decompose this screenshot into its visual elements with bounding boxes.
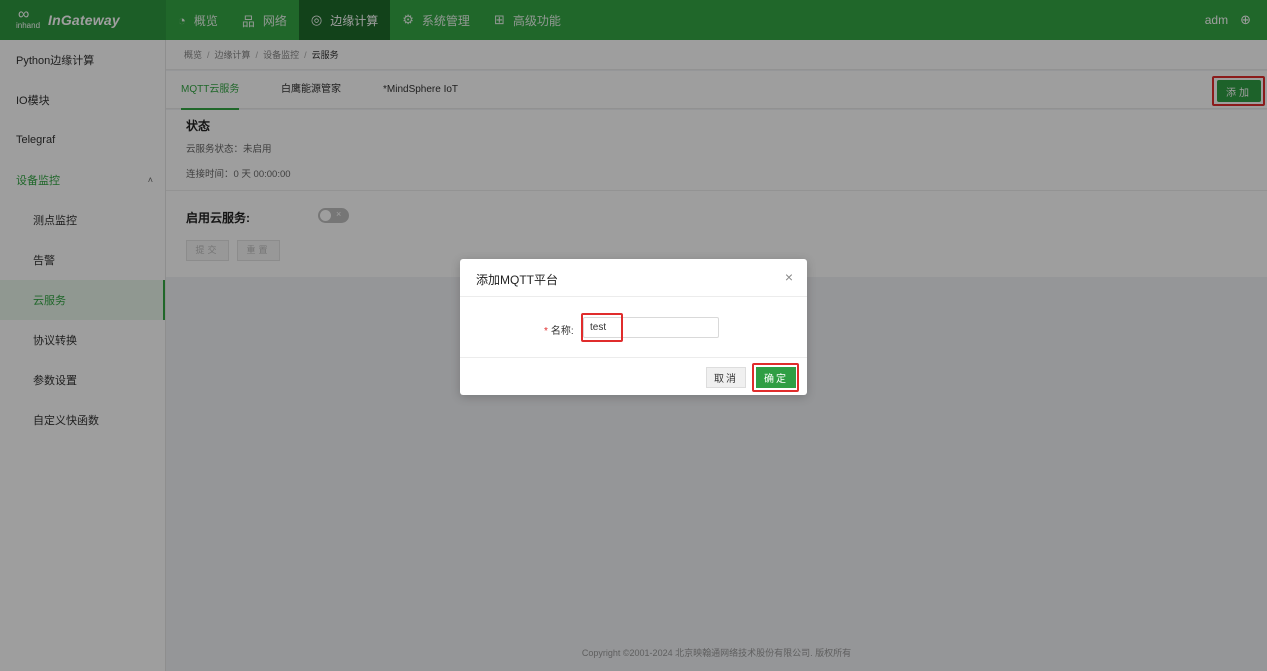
dialog-title: 添加MQTT平台 [476, 273, 558, 287]
close-icon[interactable]: × [785, 269, 793, 285]
required-mark: * [544, 326, 548, 337]
highlight-box-name [581, 313, 623, 342]
cancel-button[interactable]: 取消 [706, 367, 746, 388]
add-mqtt-platform-dialog: 添加MQTT平台 × *名称: 取消 确定 [460, 259, 807, 395]
name-field-label: * 名称: [544, 322, 574, 337]
divider [460, 296, 807, 297]
highlight-box-confirm [752, 363, 799, 392]
divider [460, 357, 807, 358]
name-label-text: 名称: [550, 326, 574, 337]
